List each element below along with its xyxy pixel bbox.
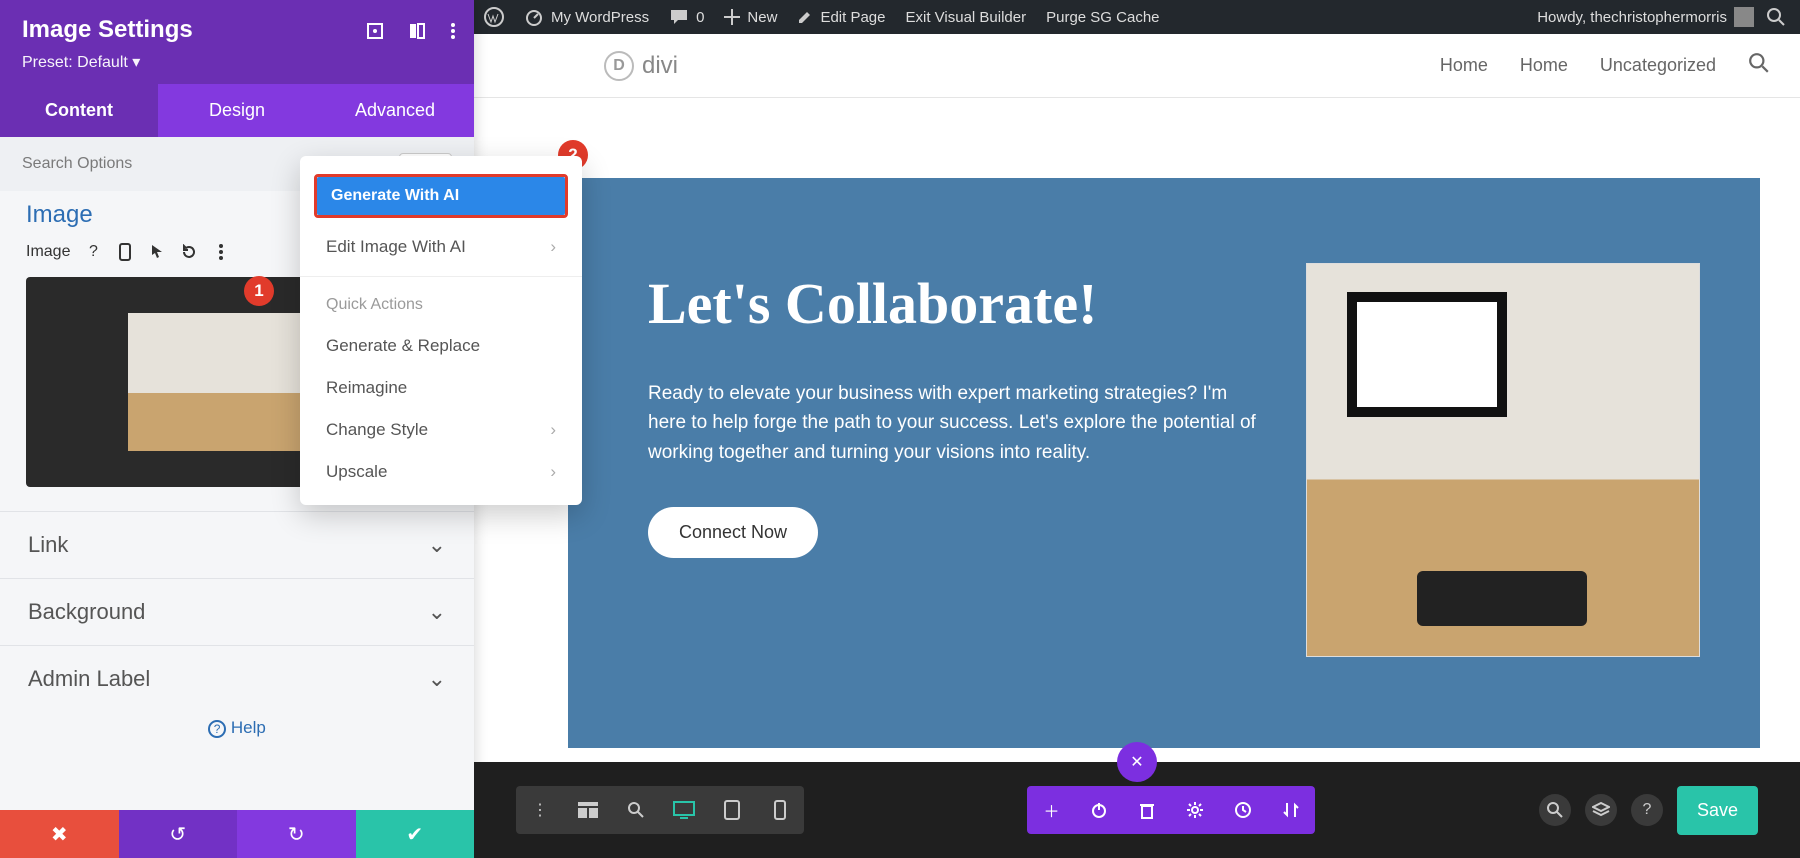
nav-search-icon[interactable] <box>1748 52 1770 79</box>
zoom-icon[interactable] <box>612 786 660 834</box>
panel-header[interactable]: Image Settings Preset: Default ▾ <box>0 0 474 84</box>
howdy-user[interactable]: Howdy, thechristophermorris <box>1537 7 1754 27</box>
chevron-right-icon: › <box>550 420 556 440</box>
generate-with-ai-item[interactable]: Generate With AI <box>314 174 568 218</box>
purge-cache[interactable]: Purge SG Cache <box>1046 9 1159 26</box>
avatar <box>1734 7 1754 27</box>
hero-image[interactable] <box>1306 263 1700 657</box>
tablet-view-icon[interactable] <box>708 786 756 834</box>
nav-home-1[interactable]: Home <box>1440 55 1488 76</box>
panel-layout-icon[interactable] <box>408 22 426 45</box>
wireframe-view-icon[interactable] <box>564 786 612 834</box>
wp-admin-bar: My WordPress 0 New Edit Page Exit Visual… <box>474 0 1800 34</box>
save-button[interactable]: Save <box>1677 786 1758 835</box>
ai-dropdown: Generate With AI Edit Image With AI› Qui… <box>300 156 582 505</box>
settings-tabs: Content Design Advanced <box>0 84 474 137</box>
chevron-right-icon: › <box>550 237 556 257</box>
image-thumbnail <box>128 313 324 451</box>
exit-visual-builder[interactable]: Exit Visual Builder <box>905 9 1026 26</box>
wp-logo[interactable] <box>484 7 504 27</box>
edit-page-link[interactable]: Edit Page <box>797 9 885 26</box>
field-kebab-icon[interactable] <box>212 243 230 261</box>
tab-advanced[interactable]: Advanced <box>316 84 474 137</box>
dashboard-link[interactable]: My WordPress <box>524 7 649 27</box>
preset-dropdown[interactable]: Preset: Default ▾ <box>22 52 454 72</box>
hover-icon[interactable] <box>148 243 166 261</box>
power-icon[interactable] <box>1075 786 1123 834</box>
edit-image-with-ai-item[interactable]: Edit Image With AI› <box>300 226 582 268</box>
search-options-input[interactable]: Search Options <box>22 155 132 173</box>
primary-nav: Home Home Uncategorized <box>1440 52 1770 79</box>
expand-icon[interactable] <box>366 22 384 45</box>
history-icon[interactable] <box>1219 786 1267 834</box>
module-actions: ＋ <box>1027 786 1315 834</box>
help-icon[interactable]: ? <box>84 243 102 261</box>
connect-button[interactable]: Connect Now <box>648 507 818 558</box>
accordion-admin-label[interactable]: Admin Label⌄ <box>0 645 474 712</box>
gear-icon[interactable] <box>1171 786 1219 834</box>
redo-button[interactable]: ↻ <box>237 810 356 858</box>
nav-uncategorized[interactable]: Uncategorized <box>1600 55 1716 76</box>
chevron-right-icon: › <box>550 462 556 482</box>
cancel-button[interactable]: ✖ <box>0 810 119 858</box>
phone-icon[interactable] <box>116 243 134 261</box>
comments-link[interactable]: 0 <box>669 7 704 27</box>
builder-bar: ✕ ⋮ ＋ ? Save <box>474 762 1800 858</box>
image-field-label: Image <box>26 243 70 261</box>
accordion-background[interactable]: Background⌄ <box>0 578 474 645</box>
nav-home-2[interactable]: Home <box>1520 55 1568 76</box>
hero-body: Ready to elevate your business with expe… <box>648 379 1258 467</box>
change-style-item[interactable]: Change Style› <box>300 409 582 451</box>
tab-content[interactable]: Content <box>0 84 158 137</box>
kebab-icon[interactable] <box>450 22 456 45</box>
desktop-view-icon[interactable] <box>660 786 708 834</box>
panel-actions: ✖ ↺ ↻ ✔ <box>0 810 474 858</box>
trash-icon[interactable] <box>1123 786 1171 834</box>
site-header: D divi Home Home Uncategorized <box>474 34 1800 98</box>
search-icon[interactable] <box>1766 7 1786 27</box>
tab-design[interactable]: Design <box>158 84 316 137</box>
help-link[interactable]: ? Help <box>0 712 474 738</box>
view-controls: ⋮ <box>516 786 804 834</box>
logo-icon: D <box>604 51 634 81</box>
chevron-down-icon: ⌄ <box>428 532 446 558</box>
accordion-link[interactable]: Link⌄ <box>0 511 474 578</box>
confirm-button[interactable]: ✔ <box>356 810 475 858</box>
help-circle-icon[interactable]: ? <box>1631 794 1663 826</box>
layers-icon[interactable] <box>1585 794 1617 826</box>
upscale-item[interactable]: Upscale› <box>300 451 582 493</box>
callout-1: 1 <box>244 276 274 306</box>
add-icon[interactable]: ＋ <box>1027 786 1075 834</box>
undo-button[interactable]: ↺ <box>119 810 238 858</box>
chevron-down-icon: ⌄ <box>428 599 446 625</box>
global-search-icon[interactable] <box>1539 794 1571 826</box>
phone-view-icon[interactable] <box>756 786 804 834</box>
close-builder-button[interactable]: ✕ <box>1117 742 1157 782</box>
new-link[interactable]: New <box>724 9 777 26</box>
reimagine-item[interactable]: Reimagine <box>300 367 582 409</box>
reset-icon[interactable] <box>180 243 198 261</box>
quick-actions-header: Quick Actions <box>300 285 582 325</box>
site-logo[interactable]: D divi <box>604 51 678 81</box>
sort-icon[interactable] <box>1267 786 1315 834</box>
bar-kebab-icon[interactable]: ⋮ <box>516 786 564 834</box>
logo-text: divi <box>642 52 678 80</box>
generate-replace-item[interactable]: Generate & Replace <box>300 325 582 367</box>
chevron-down-icon: ⌄ <box>428 666 446 692</box>
